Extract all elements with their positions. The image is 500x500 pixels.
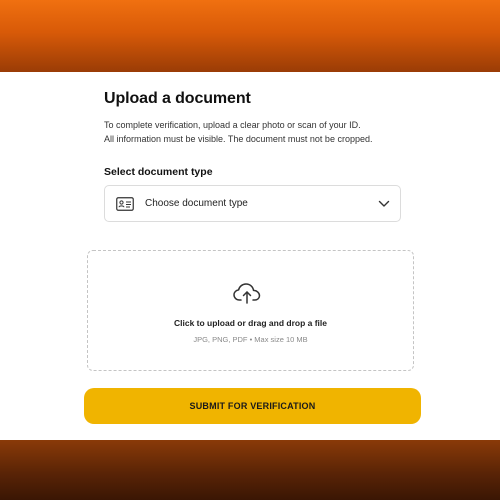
document-type-value: Choose document type <box>145 198 248 209</box>
instructions-line-1: To complete verification, upload a clear… <box>104 120 361 130</box>
document-type-select[interactable]: Choose document type <box>104 185 401 222</box>
dropzone-prompt: Click to upload or drag and drop a file <box>173 318 327 328</box>
page-title: Upload a document <box>104 90 251 107</box>
header-gradient-band <box>0 0 500 72</box>
dropzone-file-hint: JPG, PNG, PDF • Max size 10 MB <box>193 335 308 344</box>
id-card-icon <box>116 197 134 211</box>
cloud-upload-icon <box>233 283 261 304</box>
file-dropzone[interactable]: Click to upload or drag and drop a file … <box>87 250 414 371</box>
upload-card: Upload a document To complete verificati… <box>0 72 500 440</box>
chevron-down-icon <box>378 200 390 207</box>
submit-verification-button[interactable]: SUBMIT FOR VERIFICATION <box>84 388 421 424</box>
instructions-text: To complete verification, upload a clear… <box>104 118 372 146</box>
footer-gradient-band <box>0 440 500 500</box>
document-type-label: Select document type <box>104 166 213 178</box>
instructions-line-2: All information must be visible. The doc… <box>104 134 373 144</box>
